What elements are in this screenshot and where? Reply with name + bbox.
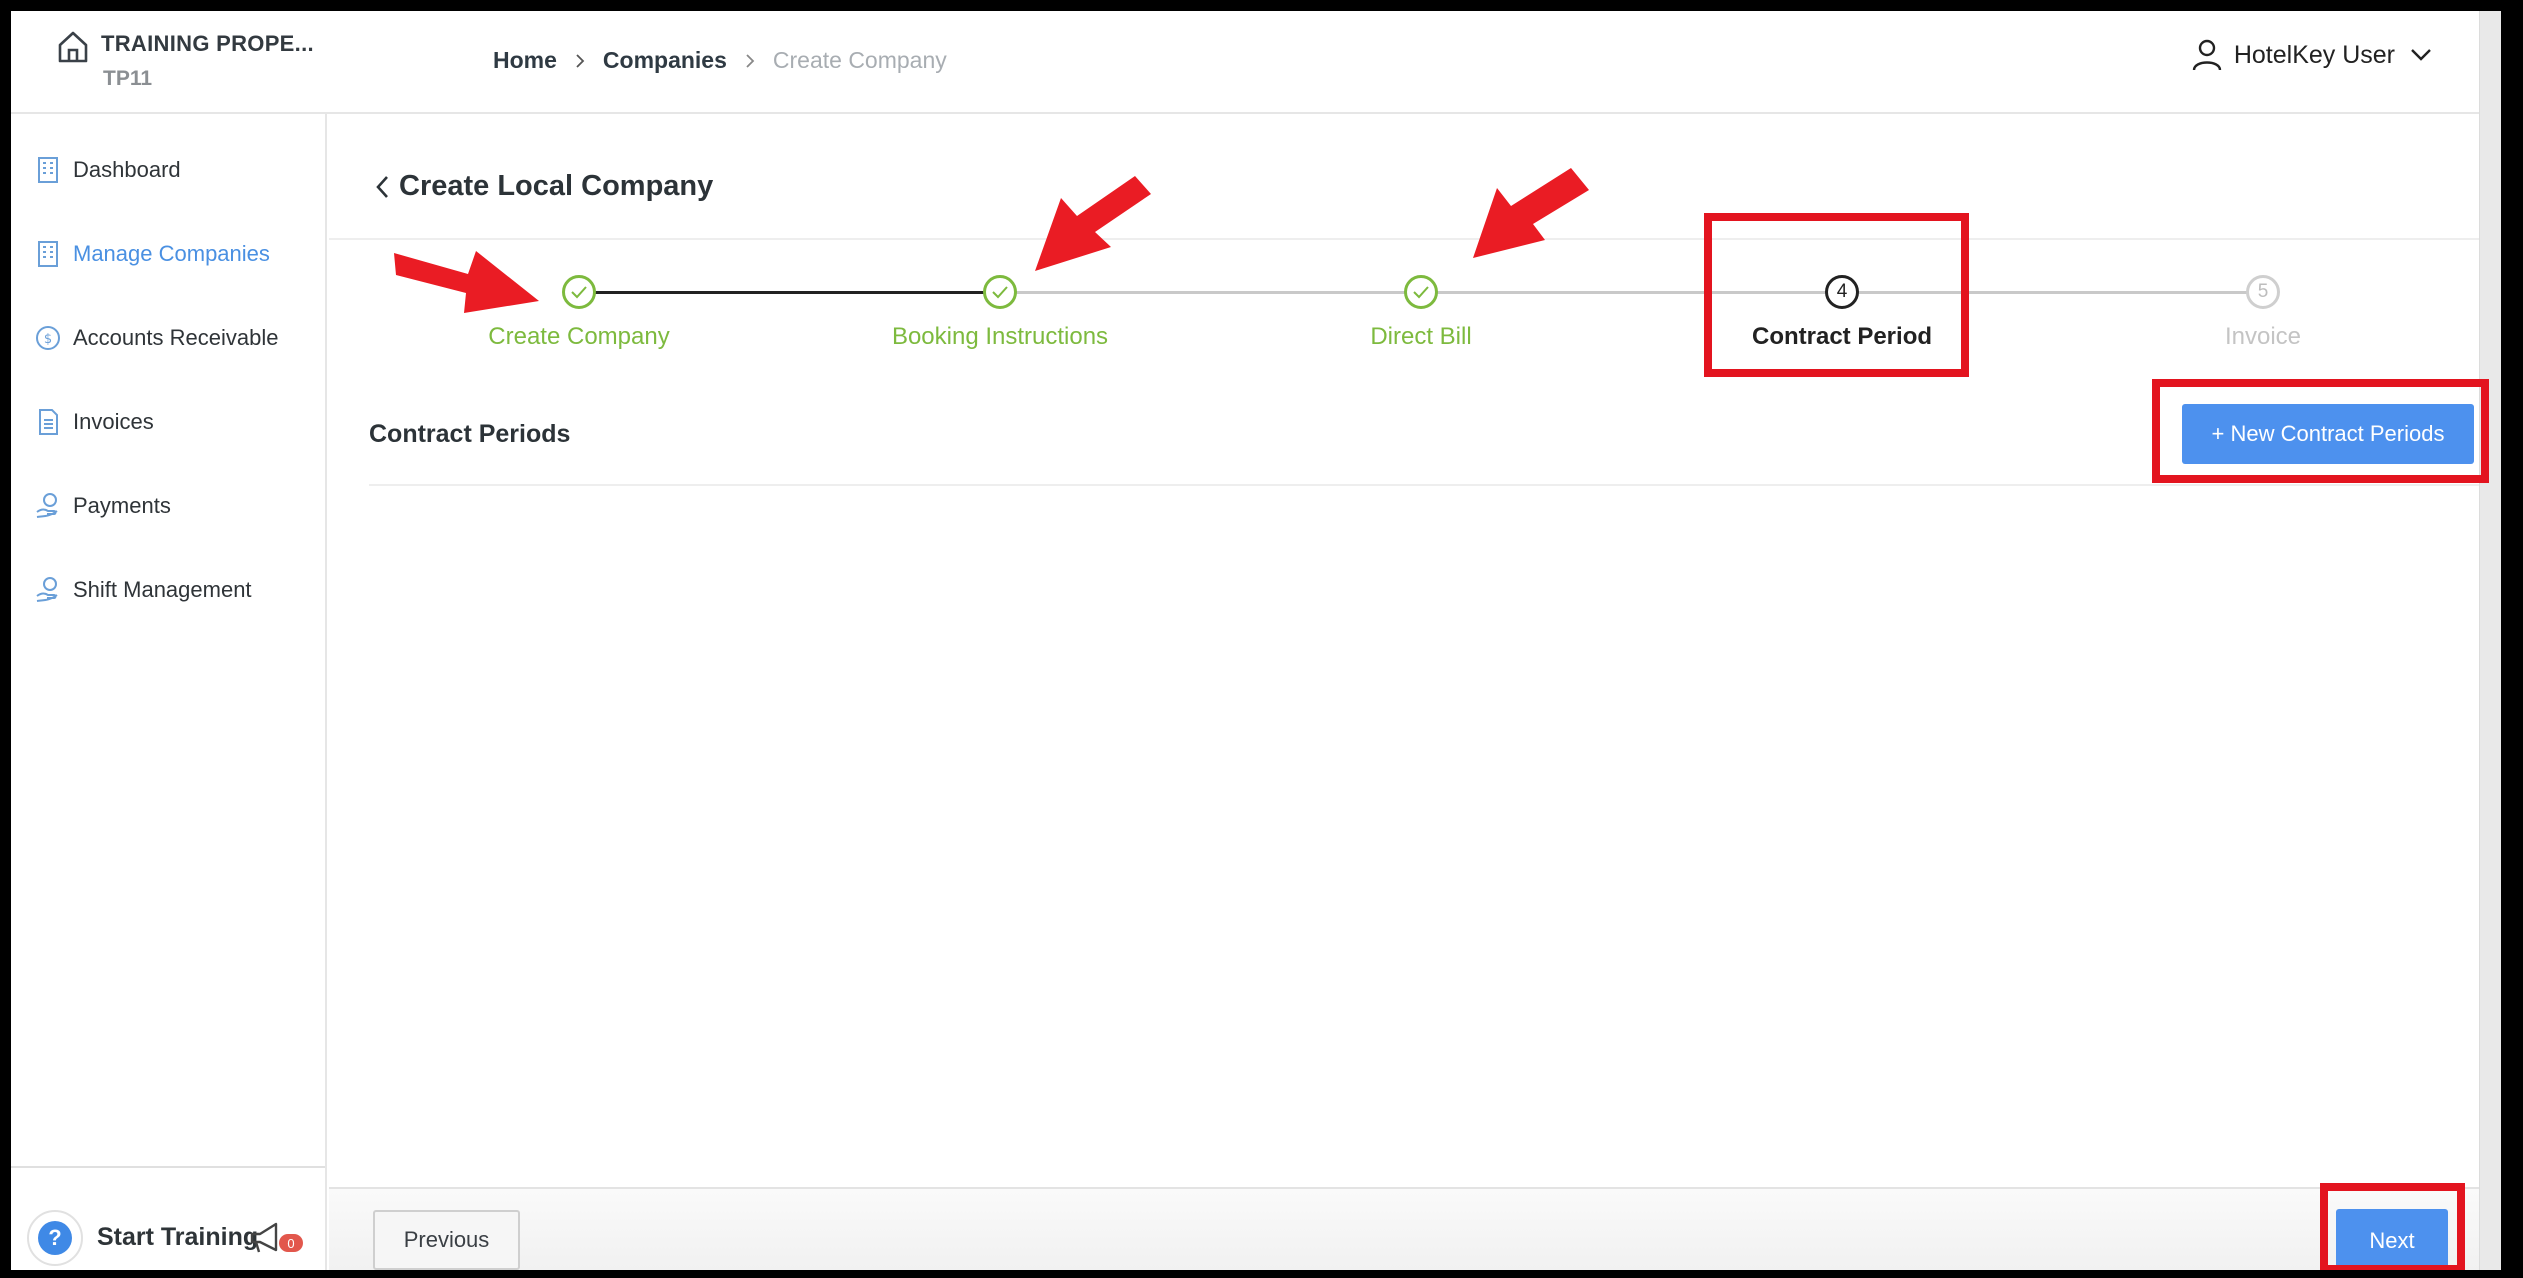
step-connector: [579, 291, 1000, 294]
sidebar-item-manage-companies[interactable]: Manage Companies: [35, 240, 270, 268]
sidebar-item-accounts-receivable[interactable]: $ Accounts Receivable: [35, 324, 278, 352]
page-header: Create Local Company: [375, 170, 713, 203]
sidebar-item-label: Invoices: [73, 409, 154, 434]
sidebar-item-label: Accounts Receivable: [73, 325, 279, 350]
chevron-right-icon: [746, 53, 755, 68]
previous-button[interactable]: Previous: [373, 1210, 520, 1270]
footer-bar: Previous Next: [329, 1187, 2479, 1270]
notification-badge: 0: [279, 1234, 303, 1252]
hand-coin-icon: [36, 577, 58, 602]
chevron-down-icon: [2411, 49, 2431, 61]
sidebar-item-label: Payments: [73, 493, 171, 518]
help-icon: ?: [38, 1221, 72, 1255]
sidebar-item-label: Shift Management: [73, 577, 252, 602]
red-arrow-icon: [1473, 168, 1589, 258]
start-training-link[interactable]: Start Training: [97, 1223, 258, 1252]
step-connector: [1000, 291, 2265, 294]
divider: [369, 484, 2494, 486]
sidebar-item-dashboard[interactable]: Dashboard: [35, 156, 181, 184]
back-chevron-icon[interactable]: [375, 175, 389, 199]
breadcrumb-create-company: Create Company: [772, 47, 947, 73]
stepper: Create Company Booking Instructions Dire…: [329, 240, 2479, 360]
breadcrumb: Home Companies Create Company: [493, 47, 947, 74]
breadcrumb-home[interactable]: Home: [493, 47, 557, 74]
property-code: TP11: [103, 67, 153, 90]
property-name[interactable]: TRAINING PROPE...: [101, 31, 314, 57]
step-3-label[interactable]: Direct Bill: [1370, 323, 1471, 351]
sidebar-item-label: Manage Companies: [73, 241, 270, 266]
chevron-right-icon: [576, 53, 585, 68]
user-name: HotelKey User: [2233, 40, 2395, 69]
step-5-number: 5: [2246, 275, 2280, 309]
red-arrow-icon: [1035, 176, 1151, 271]
document-icon: [39, 409, 58, 435]
user-icon: [2192, 39, 2222, 71]
sidebar-item-shift-management[interactable]: Shift Management: [35, 576, 252, 604]
step-5-label: Invoice: [2224, 323, 2302, 350]
building-icon: [38, 241, 58, 267]
step-2-label[interactable]: Booking Instructions: [892, 323, 1108, 351]
sidebar-item-invoices[interactable]: Invoices: [35, 408, 154, 436]
hand-coin-icon: [36, 493, 58, 518]
building-icon: [38, 157, 58, 183]
step-1-check-icon: [562, 275, 596, 309]
sidebar: Dashboard Manage Companies $ Accounts Re…: [11, 114, 327, 1270]
home-icon: [58, 31, 88, 63]
breadcrumb-companies[interactable]: Companies: [603, 47, 727, 74]
main-content: Create Local Company Create Company Book…: [329, 114, 2494, 1270]
sidebar-item-payments[interactable]: Payments: [35, 492, 171, 520]
step-3-check-icon: [1404, 275, 1438, 309]
sidebar-item-label: Dashboard: [73, 157, 181, 182]
user-menu[interactable]: HotelKey User: [2192, 39, 2443, 71]
dollar-coin-icon: $: [36, 326, 60, 350]
training-panel: ? Start Training 0: [11, 1166, 325, 1270]
section-title: Contract Periods: [369, 420, 571, 448]
highlight-box-new-button: [2152, 379, 2489, 483]
page-title: Create Local Company: [399, 170, 714, 202]
red-arrow-icon: [394, 251, 539, 313]
help-button[interactable]: ?: [27, 1210, 83, 1266]
step-2-check-icon: [983, 275, 1017, 309]
top-header: TRAINING PROPE... TP11 Home Companies Cr…: [11, 11, 2501, 114]
svg-text:$: $: [44, 332, 52, 347]
highlight-box-contract-period: [1704, 213, 1969, 377]
highlight-box-next-button: [2320, 1183, 2465, 1270]
step-1-label[interactable]: Create Company: [488, 323, 669, 351]
app-window: TRAINING PROPE... TP11 Home Companies Cr…: [11, 11, 2501, 1270]
scrollbar[interactable]: [2479, 11, 2501, 1270]
